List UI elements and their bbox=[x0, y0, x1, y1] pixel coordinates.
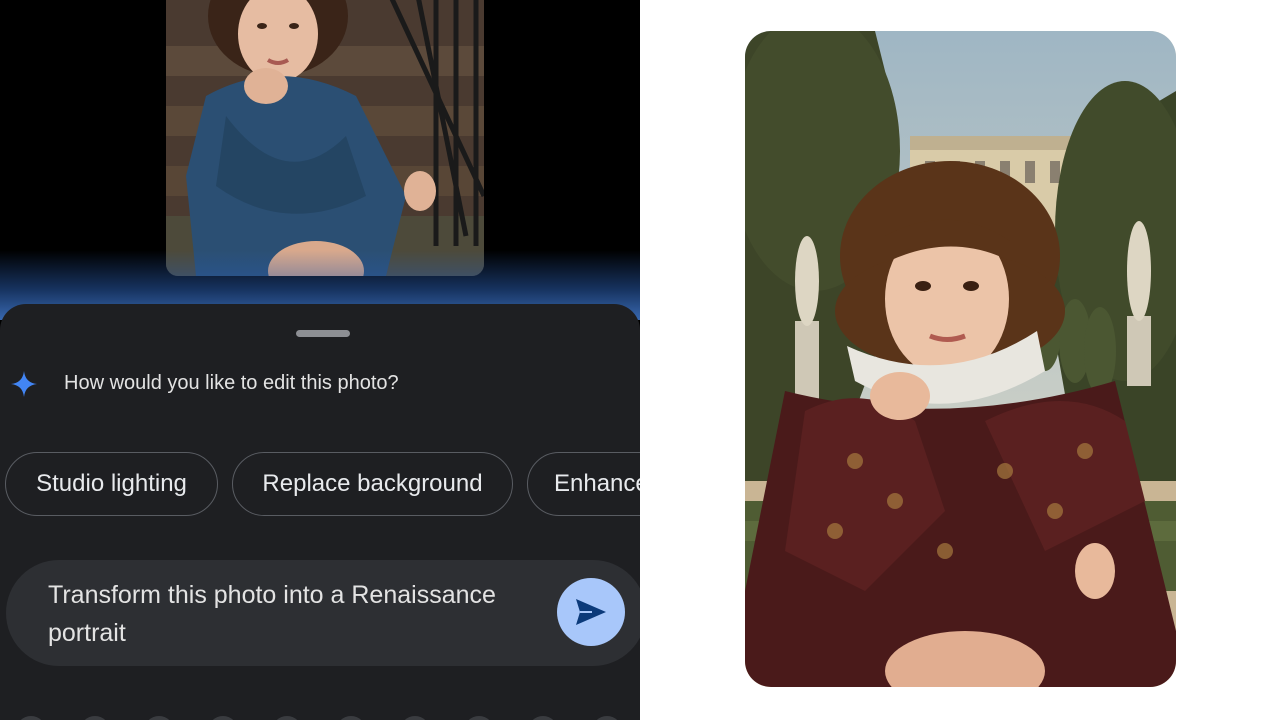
chip-label: Enhance bbox=[554, 470, 640, 497]
dock-icon[interactable] bbox=[80, 716, 110, 720]
send-button[interactable] bbox=[557, 578, 625, 646]
dock-icon[interactable] bbox=[336, 716, 366, 720]
suggestion-chip-studio-lighting[interactable]: Studio lighting bbox=[5, 452, 218, 516]
dock-icon[interactable] bbox=[16, 716, 46, 720]
edited-renaissance-portrait bbox=[745, 31, 1176, 687]
send-icon bbox=[576, 599, 606, 625]
drag-handle[interactable] bbox=[296, 330, 350, 337]
edit-prompt-question: How would you like to edit this photo? bbox=[64, 372, 399, 394]
suggestion-chip-replace-background[interactable]: Replace background bbox=[232, 452, 513, 516]
edit-bottom-sheet: How would you like to edit this photo? S… bbox=[0, 304, 640, 720]
dock-icon[interactable] bbox=[144, 716, 174, 720]
phone-screen: How would you like to edit this photo? S… bbox=[0, 0, 640, 720]
dock-icon[interactable] bbox=[272, 716, 302, 720]
suggestion-chip-enhance[interactable]: Enhance bbox=[527, 452, 640, 516]
edit-prompt-text[interactable]: Transform this photo into a Renaissance … bbox=[48, 576, 548, 652]
dock-icon[interactable] bbox=[400, 716, 430, 720]
chip-label: Replace background bbox=[262, 470, 483, 497]
source-photo bbox=[166, 0, 484, 276]
edit-prompt-input[interactable]: Transform this photo into a Renaissance … bbox=[6, 560, 640, 666]
dock-icon[interactable] bbox=[528, 716, 558, 720]
dock-icon[interactable] bbox=[208, 716, 238, 720]
chip-label: Studio lighting bbox=[36, 470, 187, 497]
dock-icon[interactable] bbox=[592, 716, 622, 720]
dock-icon[interactable] bbox=[464, 716, 494, 720]
sparkle-icon bbox=[11, 371, 37, 397]
